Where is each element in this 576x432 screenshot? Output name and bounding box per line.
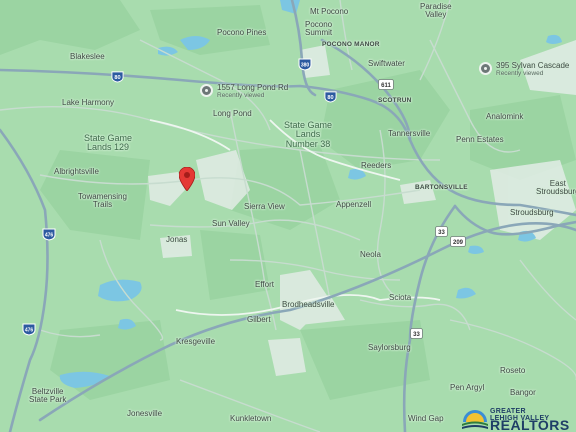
place-label-sun-valley: Sun Valley (212, 219, 250, 228)
map-canvas[interactable]: State Game Lands 129 State Game Lands Nu… (0, 0, 576, 432)
place-label-bangor: Bangor (510, 388, 536, 397)
place-label-sierra-view: Sierra View (244, 202, 285, 211)
interstate-80-number: 80 (327, 95, 333, 101)
recent-place-title: 395 Sylvan Cascade (496, 61, 570, 70)
place-label-penn-estates: Penn Estates (456, 135, 504, 144)
place-label-bartonsville: BARTONSVILLE (415, 184, 468, 191)
place-label-scotrun: SCOTRUN (378, 97, 412, 104)
recent-place-long-pond-rd[interactable]: 1557 Long Pond Rd Recently viewed (200, 83, 288, 99)
interstate-380-number: 380 (301, 63, 310, 69)
interstate-80-shield-west: 80 (111, 71, 124, 83)
route-209-shield: 209 (450, 236, 466, 247)
recent-place-sylvan-cascade[interactable]: 395 Sylvan Cascade Recently viewed (479, 61, 569, 77)
sun-logo-icon (462, 410, 488, 429)
place-label-pocono-summit: Pocono Summit (305, 20, 333, 38)
interstate-80-number: 80 (114, 75, 120, 81)
route-33-number: 33 (413, 332, 420, 338)
greater-lehigh-valley-realtors-logo: GREATER LEHIGH VALLEY REALTORS (460, 404, 576, 432)
place-label-lake-harmony: Lake Harmony (62, 98, 115, 107)
area-label-game-lands-129: State Game Lands 129 (84, 133, 133, 153)
place-label-roseto: Roseto (500, 366, 526, 375)
place-label-kresgeville: Kresgeville (176, 337, 216, 346)
place-label-effort: Effort (255, 280, 274, 289)
interstate-476-number: 476 (25, 328, 34, 334)
recent-place-subtitle: Recently viewed (496, 70, 544, 77)
place-label-wind-gap: Wind Gap (408, 414, 444, 423)
place-label-neola: Neola (360, 250, 381, 259)
place-label-analomink: Analomink (486, 112, 524, 121)
route-33-number: 33 (438, 230, 445, 236)
place-label-pocono-manor: POCONO MANOR (322, 41, 380, 48)
interstate-476-shield-lower: 476 (22, 323, 36, 336)
place-label-tannersville: Tannersville (388, 129, 431, 138)
place-label-jonesville: Jonesville (127, 409, 163, 418)
recent-place-subtitle: Recently viewed (217, 92, 265, 99)
route-611-number: 611 (381, 83, 391, 89)
place-label-albrightsville: Albrightsville (54, 167, 99, 176)
place-label-kunkletown: Kunkletown (230, 414, 272, 423)
route-33-shield-lower: 33 (410, 328, 423, 339)
place-label-sciota: Sciota (389, 293, 412, 302)
place-label-pocono-pines: Pocono Pines (217, 28, 267, 37)
place-label-swiftwater: Swiftwater (368, 59, 405, 68)
interstate-380-shield: 380 (298, 58, 312, 71)
place-label-blakeslee: Blakeslee (70, 52, 105, 61)
place-label-east-stroudsburg: East Stroudsburg (536, 179, 576, 197)
recent-place-icon (200, 84, 213, 97)
place-label-appenzell: Appenzell (336, 200, 372, 209)
interstate-476-shield-upper: 476 (42, 228, 56, 241)
place-label-beltzville-state-park: Beltzville State Park (29, 387, 67, 405)
interstate-476-number: 476 (45, 233, 54, 239)
place-label-towamensing-trails: Towamensing Trails (78, 192, 127, 210)
interstate-80-shield-east: 80 (324, 91, 337, 103)
place-label-mt-pocono: Mt Pocono (310, 7, 349, 16)
place-label-saylorsburg: Saylorsburg (368, 343, 411, 352)
place-label-jonas: Jonas (166, 235, 188, 244)
area-label-game-lands-38: State Game Lands Number 38 (284, 120, 333, 149)
route-33-shield-upper: 33 (435, 226, 448, 237)
location-marker-icon[interactable] (179, 167, 195, 191)
place-label-stroudsburg: Stroudsburg (510, 208, 554, 217)
place-label-gilbert: Gilbert (247, 315, 271, 324)
route-209-number: 209 (453, 240, 464, 246)
place-label-pen-argyl: Pen Argyl (450, 383, 485, 392)
recent-place-icon (479, 62, 492, 75)
place-label-paradise-valley: Paradise Valley (420, 2, 452, 20)
recent-place-title: 1557 Long Pond Rd (217, 83, 289, 92)
route-611-shield: 611 (378, 79, 394, 90)
place-label-long-pond: Long Pond (213, 109, 252, 118)
place-label-brodheadsville: Brodheadsville (282, 300, 335, 309)
logo-text-realtors: REALTORS (490, 417, 570, 432)
place-label-reeders: Reeders (361, 161, 392, 170)
